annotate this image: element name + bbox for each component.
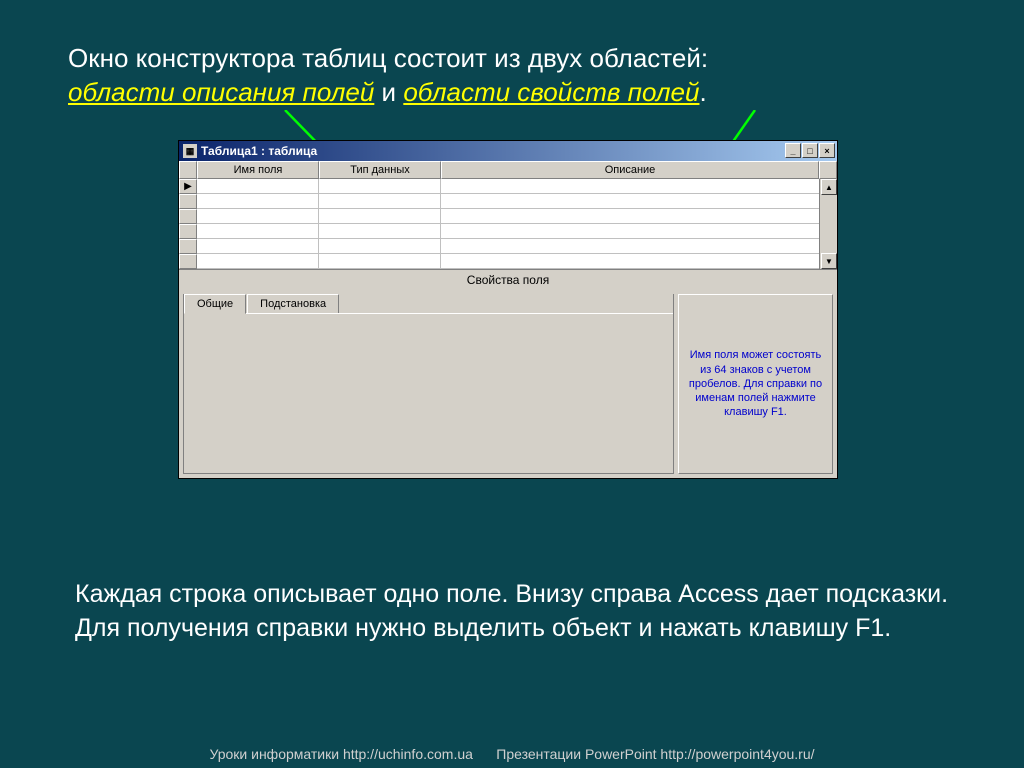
properties-tabs-panel: Общие Подстановка bbox=[183, 294, 674, 474]
slide-heading: Окно конструктора таблиц состоит из двух… bbox=[68, 42, 956, 110]
window-title: Таблица1 : таблица bbox=[201, 144, 317, 158]
scroll-up-icon[interactable]: ▲ bbox=[821, 179, 837, 195]
access-designer-window: ▦ Таблица1 : таблица _ □ × Имя поля Тип … bbox=[178, 140, 838, 479]
region1-label: области описания полей bbox=[68, 77, 374, 107]
heading-period: . bbox=[699, 77, 706, 107]
tab-content bbox=[184, 313, 673, 471]
tab-lookup[interactable]: Подстановка bbox=[247, 294, 339, 313]
heading-conj: и bbox=[374, 77, 403, 107]
scroll-down-icon[interactable]: ▼ bbox=[821, 253, 837, 269]
tab-general[interactable]: Общие bbox=[184, 294, 246, 314]
row-selector-header[interactable] bbox=[179, 161, 197, 179]
fields-grid: Имя поля Тип данных Описание ▶ bbox=[179, 161, 837, 269]
window-titlebar[interactable]: ▦ Таблица1 : таблица _ □ × bbox=[179, 141, 837, 161]
table-row[interactable] bbox=[179, 209, 819, 224]
region2-label: области свойств полей bbox=[403, 77, 699, 107]
minimize-button[interactable]: _ bbox=[785, 143, 801, 158]
table-row[interactable]: ▶ bbox=[179, 179, 819, 194]
table-row[interactable] bbox=[179, 224, 819, 239]
table-icon: ▦ bbox=[183, 144, 197, 158]
row-selector-icon[interactable]: ▶ bbox=[179, 179, 197, 194]
maximize-button[interactable]: □ bbox=[802, 143, 818, 158]
footer-right: Презентации PowerPoint http://powerpoint… bbox=[496, 746, 814, 762]
heading-line1: Окно конструктора таблиц состоит из двух… bbox=[68, 43, 708, 73]
col-description[interactable]: Описание bbox=[441, 161, 819, 179]
close-button[interactable]: × bbox=[819, 143, 835, 158]
scroll-header bbox=[819, 161, 837, 179]
field-properties-area: Общие Подстановка Имя поля может состоят… bbox=[179, 290, 837, 478]
slide-footer: Уроки информатики http://uchinfo.com.ua … bbox=[0, 746, 1024, 762]
field-properties-title: Свойства поля bbox=[179, 269, 837, 290]
table-row[interactable] bbox=[179, 239, 819, 254]
footer-left: Уроки информатики http://uchinfo.com.ua bbox=[209, 746, 472, 762]
help-text: Имя поля может состоять из 64 знаков с у… bbox=[687, 348, 824, 419]
col-field-name[interactable]: Имя поля bbox=[197, 161, 319, 179]
col-data-type[interactable]: Тип данных bbox=[319, 161, 441, 179]
help-panel: Имя поля может состоять из 64 знаков с у… bbox=[678, 294, 833, 474]
table-row[interactable] bbox=[179, 254, 819, 269]
slide-body-text: Каждая строка описывает одно поле. Внизу… bbox=[75, 578, 949, 646]
table-row[interactable] bbox=[179, 194, 819, 209]
grid-scrollbar[interactable]: ▲ ▼ bbox=[819, 179, 837, 269]
